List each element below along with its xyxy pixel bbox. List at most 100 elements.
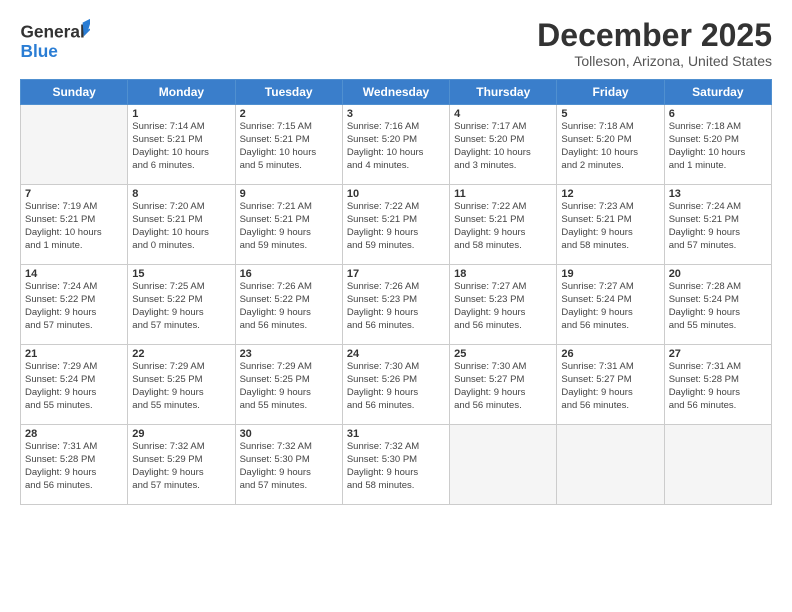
day-detail: Sunrise: 7:29 AM Sunset: 5:25 PM Dayligh… [132,361,230,412]
day-number: 6 [669,108,767,120]
day-detail: Sunrise: 7:31 AM Sunset: 5:28 PM Dayligh… [669,361,767,412]
day-number: 3 [347,108,445,120]
day-number: 14 [25,268,123,280]
calendar-week-1: 1Sunrise: 7:14 AM Sunset: 5:21 PM Daylig… [21,105,772,185]
calendar-cell [557,425,664,505]
day-detail: Sunrise: 7:23 AM Sunset: 5:21 PM Dayligh… [561,201,659,252]
calendar-header-thursday: Thursday [450,80,557,105]
day-number: 23 [240,348,338,360]
day-number: 29 [132,428,230,440]
day-number: 31 [347,428,445,440]
day-detail: Sunrise: 7:22 AM Sunset: 5:21 PM Dayligh… [347,201,445,252]
day-detail: Sunrise: 7:18 AM Sunset: 5:20 PM Dayligh… [561,121,659,172]
day-number: 12 [561,188,659,200]
day-detail: Sunrise: 7:26 AM Sunset: 5:22 PM Dayligh… [240,281,338,332]
main-title: December 2025 [537,18,772,53]
day-number: 20 [669,268,767,280]
calendar-cell: 21Sunrise: 7:29 AM Sunset: 5:24 PM Dayli… [21,345,128,425]
day-number: 11 [454,188,552,200]
day-number: 30 [240,428,338,440]
svg-text:General: General [21,22,85,42]
calendar-week-3: 14Sunrise: 7:24 AM Sunset: 5:22 PM Dayli… [21,265,772,345]
page: General Blue December 2025 Tolleson, Ari… [0,0,792,612]
svg-text:Blue: Blue [21,41,58,61]
day-detail: Sunrise: 7:30 AM Sunset: 5:27 PM Dayligh… [454,361,552,412]
calendar-cell: 9Sunrise: 7:21 AM Sunset: 5:21 PM Daylig… [235,185,342,265]
header: General Blue December 2025 Tolleson, Ari… [20,18,772,69]
calendar-header-saturday: Saturday [664,80,771,105]
calendar-cell: 27Sunrise: 7:31 AM Sunset: 5:28 PM Dayli… [664,345,771,425]
day-detail: Sunrise: 7:31 AM Sunset: 5:27 PM Dayligh… [561,361,659,412]
day-number: 1 [132,108,230,120]
calendar-cell: 18Sunrise: 7:27 AM Sunset: 5:23 PM Dayli… [450,265,557,345]
day-detail: Sunrise: 7:30 AM Sunset: 5:26 PM Dayligh… [347,361,445,412]
day-number: 17 [347,268,445,280]
day-detail: Sunrise: 7:24 AM Sunset: 5:22 PM Dayligh… [25,281,123,332]
day-detail: Sunrise: 7:26 AM Sunset: 5:23 PM Dayligh… [347,281,445,332]
calendar-cell: 20Sunrise: 7:28 AM Sunset: 5:24 PM Dayli… [664,265,771,345]
day-number: 2 [240,108,338,120]
day-number: 22 [132,348,230,360]
calendar-cell: 15Sunrise: 7:25 AM Sunset: 5:22 PM Dayli… [128,265,235,345]
calendar-cell: 30Sunrise: 7:32 AM Sunset: 5:30 PM Dayli… [235,425,342,505]
title-area: December 2025 Tolleson, Arizona, United … [537,18,772,69]
subtitle: Tolleson, Arizona, United States [537,53,772,69]
day-number: 18 [454,268,552,280]
day-detail: Sunrise: 7:18 AM Sunset: 5:20 PM Dayligh… [669,121,767,172]
day-number: 19 [561,268,659,280]
day-detail: Sunrise: 7:32 AM Sunset: 5:30 PM Dayligh… [347,441,445,492]
day-number: 9 [240,188,338,200]
calendar-cell: 1Sunrise: 7:14 AM Sunset: 5:21 PM Daylig… [128,105,235,185]
calendar-cell: 5Sunrise: 7:18 AM Sunset: 5:20 PM Daylig… [557,105,664,185]
day-number: 24 [347,348,445,360]
calendar-cell: 3Sunrise: 7:16 AM Sunset: 5:20 PM Daylig… [342,105,449,185]
calendar-cell: 28Sunrise: 7:31 AM Sunset: 5:28 PM Dayli… [21,425,128,505]
calendar-header-sunday: Sunday [21,80,128,105]
calendar-header-tuesday: Tuesday [235,80,342,105]
day-number: 15 [132,268,230,280]
calendar-cell: 13Sunrise: 7:24 AM Sunset: 5:21 PM Dayli… [664,185,771,265]
calendar-cell: 8Sunrise: 7:20 AM Sunset: 5:21 PM Daylig… [128,185,235,265]
calendar-week-4: 21Sunrise: 7:29 AM Sunset: 5:24 PM Dayli… [21,345,772,425]
day-detail: Sunrise: 7:32 AM Sunset: 5:29 PM Dayligh… [132,441,230,492]
day-detail: Sunrise: 7:24 AM Sunset: 5:21 PM Dayligh… [669,201,767,252]
day-detail: Sunrise: 7:29 AM Sunset: 5:25 PM Dayligh… [240,361,338,412]
day-number: 7 [25,188,123,200]
calendar-week-2: 7Sunrise: 7:19 AM Sunset: 5:21 PM Daylig… [21,185,772,265]
logo-svg: General Blue [20,18,90,64]
calendar-header-wednesday: Wednesday [342,80,449,105]
calendar-cell: 26Sunrise: 7:31 AM Sunset: 5:27 PM Dayli… [557,345,664,425]
day-number: 4 [454,108,552,120]
day-detail: Sunrise: 7:29 AM Sunset: 5:24 PM Dayligh… [25,361,123,412]
calendar-cell [450,425,557,505]
calendar-cell: 7Sunrise: 7:19 AM Sunset: 5:21 PM Daylig… [21,185,128,265]
day-number: 21 [25,348,123,360]
day-detail: Sunrise: 7:16 AM Sunset: 5:20 PM Dayligh… [347,121,445,172]
calendar-header-row: SundayMondayTuesdayWednesdayThursdayFrid… [21,80,772,105]
day-detail: Sunrise: 7:31 AM Sunset: 5:28 PM Dayligh… [25,441,123,492]
day-detail: Sunrise: 7:15 AM Sunset: 5:21 PM Dayligh… [240,121,338,172]
day-detail: Sunrise: 7:32 AM Sunset: 5:30 PM Dayligh… [240,441,338,492]
calendar-cell [664,425,771,505]
calendar-cell: 25Sunrise: 7:30 AM Sunset: 5:27 PM Dayli… [450,345,557,425]
day-number: 10 [347,188,445,200]
day-detail: Sunrise: 7:27 AM Sunset: 5:23 PM Dayligh… [454,281,552,332]
calendar-cell [21,105,128,185]
day-detail: Sunrise: 7:20 AM Sunset: 5:21 PM Dayligh… [132,201,230,252]
day-number: 8 [132,188,230,200]
calendar-cell: 12Sunrise: 7:23 AM Sunset: 5:21 PM Dayli… [557,185,664,265]
day-detail: Sunrise: 7:17 AM Sunset: 5:20 PM Dayligh… [454,121,552,172]
calendar-week-5: 28Sunrise: 7:31 AM Sunset: 5:28 PM Dayli… [21,425,772,505]
calendar-cell: 17Sunrise: 7:26 AM Sunset: 5:23 PM Dayli… [342,265,449,345]
calendar-cell: 19Sunrise: 7:27 AM Sunset: 5:24 PM Dayli… [557,265,664,345]
calendar-cell: 6Sunrise: 7:18 AM Sunset: 5:20 PM Daylig… [664,105,771,185]
day-detail: Sunrise: 7:25 AM Sunset: 5:22 PM Dayligh… [132,281,230,332]
calendar-header-monday: Monday [128,80,235,105]
calendar-cell: 10Sunrise: 7:22 AM Sunset: 5:21 PM Dayli… [342,185,449,265]
calendar-cell: 24Sunrise: 7:30 AM Sunset: 5:26 PM Dayli… [342,345,449,425]
calendar-header-friday: Friday [557,80,664,105]
calendar-cell: 31Sunrise: 7:32 AM Sunset: 5:30 PM Dayli… [342,425,449,505]
calendar-cell: 22Sunrise: 7:29 AM Sunset: 5:25 PM Dayli… [128,345,235,425]
calendar-cell: 11Sunrise: 7:22 AM Sunset: 5:21 PM Dayli… [450,185,557,265]
day-detail: Sunrise: 7:14 AM Sunset: 5:21 PM Dayligh… [132,121,230,172]
